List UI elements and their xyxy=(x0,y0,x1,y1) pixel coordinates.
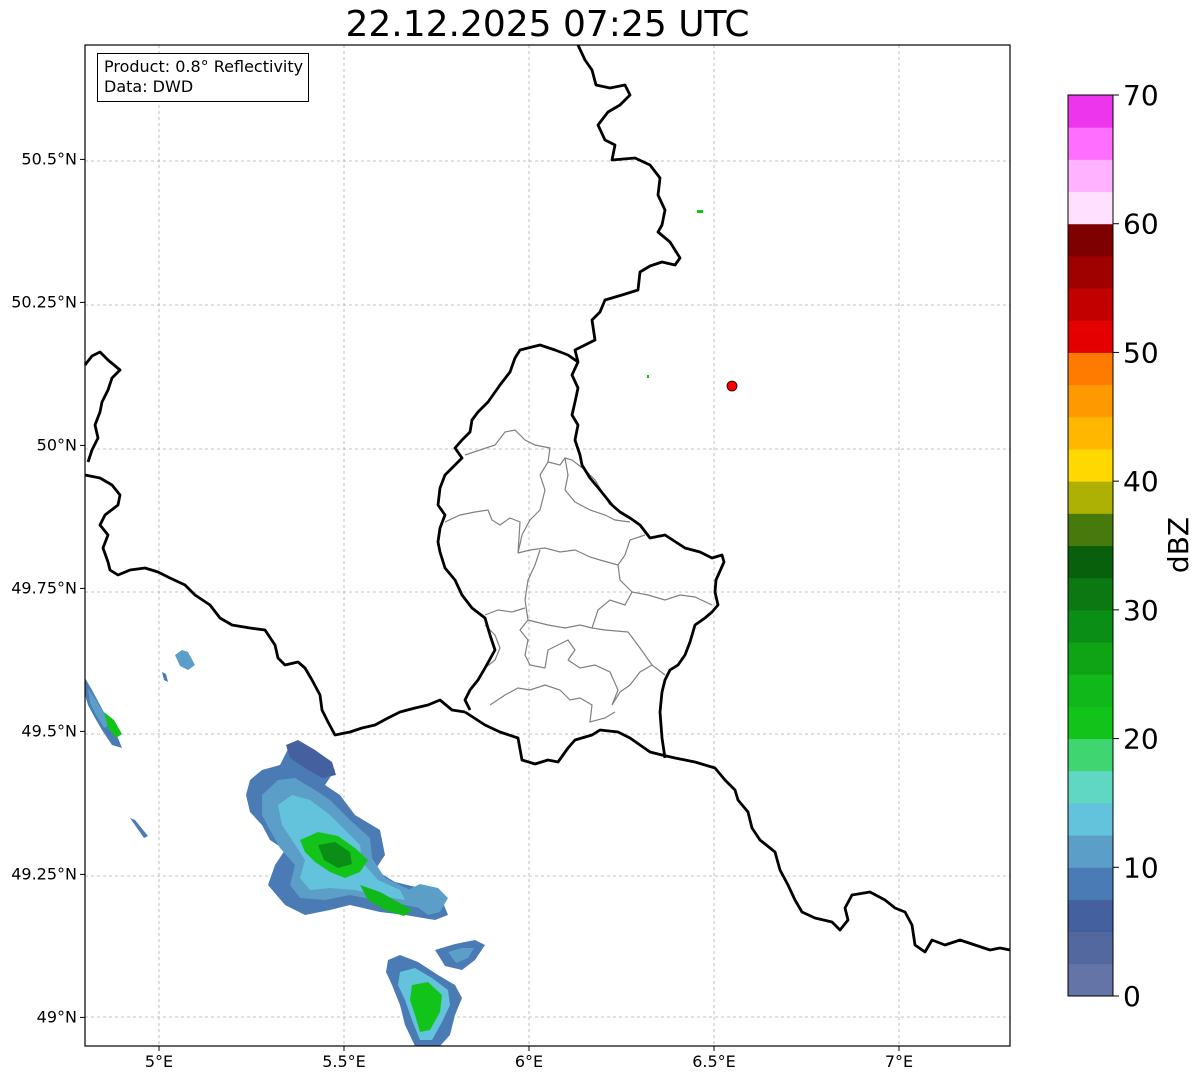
product-line: Product: 0.8° Reflectivity xyxy=(104,57,304,76)
colorbar-unit-label: dBZ xyxy=(1162,517,1195,573)
border-be-fr-north xyxy=(83,350,122,463)
region-borders xyxy=(444,429,713,723)
region-border-south xyxy=(527,619,593,669)
region-border-north xyxy=(464,429,551,554)
colorbar-swatch xyxy=(1068,835,1113,868)
location-marker[interactable] xyxy=(726,380,738,392)
colorbar-swatch xyxy=(1068,770,1113,804)
colorbar: 0 10 20 30 40 50 60 70 dBZ xyxy=(1067,80,1195,1010)
colorbar-swatch xyxy=(1068,320,1113,353)
colorbar-tick-label: 40 xyxy=(1123,465,1159,498)
echo-small-2 xyxy=(162,672,168,682)
colorbar-swatch xyxy=(1068,159,1113,193)
colorbar-swatch xyxy=(1068,223,1113,257)
colorbar-swatch xyxy=(1068,448,1113,482)
colorbar-tick-label: 0 xyxy=(1123,980,1141,1010)
colorbar-swatch xyxy=(1068,191,1113,225)
lat-tick-label: 49°N xyxy=(37,1007,77,1026)
colorbar-swatch xyxy=(1068,802,1113,836)
colorbar-swatch xyxy=(1068,513,1113,546)
region-border-south-2 xyxy=(489,684,616,723)
lon-tick-label: 5.5°E xyxy=(322,1052,366,1071)
colorbar-swatch xyxy=(1068,899,1113,933)
colorbar-tick-label: 30 xyxy=(1123,594,1159,627)
lat-tick-label: 50.25°N xyxy=(11,292,77,311)
border-lu-fr xyxy=(464,710,1011,954)
product-info-box: Product: 0.8° Reflectivity Data: DWD xyxy=(97,53,310,102)
lon-tick-label: 7°E xyxy=(885,1052,913,1071)
colorbar-swatch xyxy=(1068,609,1113,643)
colorbar-swatch xyxy=(1068,352,1113,386)
colorbar-tick-label: 20 xyxy=(1123,723,1159,756)
lat-tick-label: 50.5°N xyxy=(21,149,77,168)
map-frame xyxy=(84,44,1011,1047)
colorbar-swatch xyxy=(1068,706,1113,740)
country-borders xyxy=(83,44,1011,954)
region-border-east-2 xyxy=(631,591,713,606)
colorbar-swatch xyxy=(1068,867,1113,900)
lat-tick-label: 50°N xyxy=(37,435,77,454)
colorbar-ticks: 0 10 20 30 40 50 60 70 xyxy=(1113,80,1159,1010)
region-border-east xyxy=(591,564,666,676)
region-border-west xyxy=(444,509,521,554)
colorbar-swatch xyxy=(1068,95,1113,128)
gridlines xyxy=(85,45,1010,1046)
colorbar-tick-label: 50 xyxy=(1123,336,1159,369)
lon-tick-label: 6.5°E xyxy=(692,1052,736,1071)
radar-map[interactable]: 5°E 5.5°E 6°E 6.5°E 7°E 49°N 49.25°N 49.5°N 49.7… xyxy=(0,0,1060,1081)
lat-tick-label: 49.75°N xyxy=(11,578,77,597)
colorbar-swatch xyxy=(1068,577,1113,611)
colorbar-swatch xyxy=(1068,384,1113,418)
colorbar-swatch xyxy=(1068,963,1113,997)
echo-speckle-mid xyxy=(647,375,649,378)
lon-tick-label: 5°E xyxy=(145,1052,173,1071)
colorbar-tick-label: 70 xyxy=(1123,80,1159,112)
colorbar-swatch xyxy=(1068,545,1113,579)
colorbar-tick-label: 10 xyxy=(1123,851,1159,884)
colorbar-swatch xyxy=(1068,674,1113,707)
colorbar-swatch xyxy=(1068,642,1113,675)
colorbar-swatch xyxy=(1068,416,1113,450)
echo-speckle-north xyxy=(697,210,703,213)
colorbar-swatch xyxy=(1068,255,1113,289)
colorbar-swatch xyxy=(1068,738,1113,772)
colorbar-swatch xyxy=(1068,931,1113,965)
border-be-de-lu xyxy=(570,44,726,759)
lat-tick-label: 49.25°N xyxy=(11,864,77,883)
radar-echoes xyxy=(85,210,703,1046)
colorbar-swatch xyxy=(1068,127,1113,160)
echo-small-3 xyxy=(130,818,148,838)
data-source-line: Data: DWD xyxy=(104,77,194,96)
border-lu-be xyxy=(436,343,579,711)
border-fr-be xyxy=(84,473,466,737)
axis-ticks: 5°E 5.5°E 6°E 6.5°E 7°E 49°N 49.25°N 49.5°N 49.7… xyxy=(11,149,913,1071)
region-border-north-2 xyxy=(547,457,611,506)
colorbar-swatch xyxy=(1068,481,1113,514)
colorbar-swatch xyxy=(1068,288,1113,321)
lon-tick-label: 6°E xyxy=(515,1052,543,1071)
colorbar-tick-label: 60 xyxy=(1123,208,1159,241)
echo-small-1 xyxy=(175,650,195,670)
colorbar-swatches xyxy=(1068,95,1113,997)
lat-tick-label: 49.5°N xyxy=(21,721,77,740)
